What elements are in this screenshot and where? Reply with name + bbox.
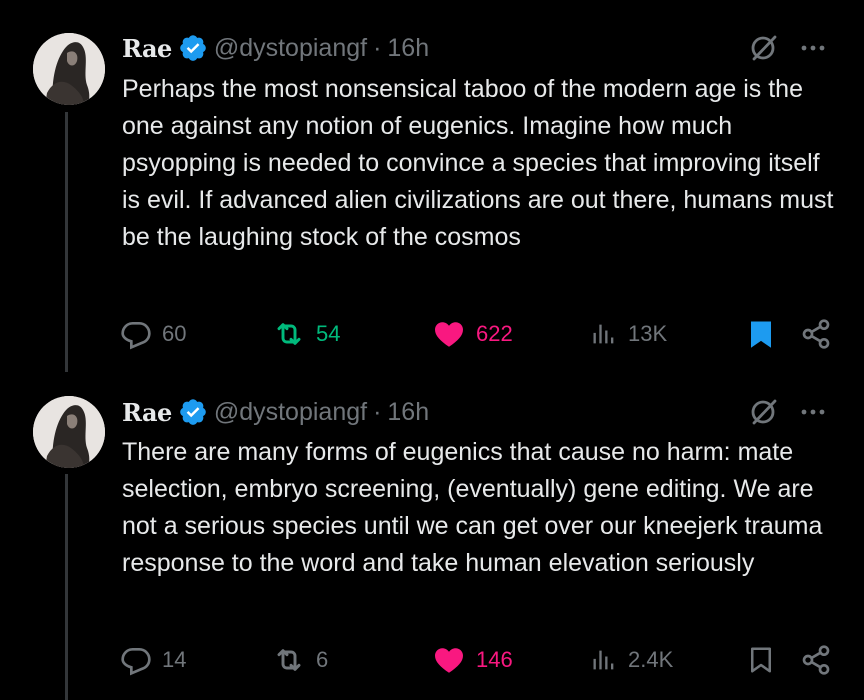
display-name[interactable]: Rae	[122, 34, 172, 63]
reply-icon	[121, 322, 151, 350]
more-icon[interactable]	[800, 33, 826, 63]
reply-button[interactable]: 60	[120, 316, 186, 352]
top-icons	[748, 396, 826, 428]
verified-badge-icon	[180, 399, 206, 425]
views-icon	[593, 650, 614, 670]
avatar[interactable]	[33, 396, 105, 468]
retweet-icon	[277, 323, 301, 345]
reply-icon	[121, 648, 151, 676]
retweet-button[interactable]: 6	[272, 642, 328, 678]
like-count: 146	[476, 647, 513, 672]
tweet-text: There are many forms of eugenics that ca…	[122, 438, 823, 577]
thread-line	[65, 474, 68, 700]
bookmark-icon	[751, 647, 771, 673]
share-icon	[802, 319, 830, 349]
grok-icon[interactable]	[748, 33, 778, 63]
more-icon[interactable]	[800, 397, 826, 427]
share-button[interactable]	[800, 316, 832, 352]
views-button[interactable]: 2.4K	[590, 642, 673, 678]
separator: ·	[373, 33, 382, 62]
tweet-header: Rae @dystopiangf · 16h	[122, 396, 429, 428]
like-count: 622	[476, 321, 513, 346]
view-count: 13K	[628, 321, 668, 346]
reply-button[interactable]: 14	[120, 642, 186, 678]
tweet-2[interactable]: Rae @dystopiangf · 16h There are many fo…	[0, 372, 864, 700]
tweet-header: Rae @dystopiangf · 16h	[122, 32, 429, 64]
action-bar: 14 6 146 2.4K	[120, 642, 840, 678]
views-icon	[593, 324, 614, 344]
handle[interactable]: @dystopiangf	[214, 398, 367, 427]
retweet-icon	[277, 649, 301, 671]
share-icon	[802, 645, 830, 675]
bookmark-button[interactable]	[746, 316, 776, 352]
bookmark-button[interactable]	[746, 642, 776, 678]
separator: ·	[373, 397, 382, 426]
thread-line	[65, 112, 68, 372]
timestamp[interactable]: 16h	[387, 34, 429, 63]
view-count: 2.4K	[628, 647, 674, 672]
share-button[interactable]	[800, 642, 832, 678]
avatar-image	[33, 396, 105, 468]
reply-count: 60	[162, 321, 187, 346]
like-icon	[435, 648, 463, 673]
views-button[interactable]: 13K	[590, 316, 667, 352]
retweet-count: 54	[316, 321, 341, 346]
avatar-image	[33, 33, 105, 105]
handle[interactable]: @dystopiangf	[214, 34, 367, 63]
avatar[interactable]	[33, 33, 105, 105]
retweet-count: 6	[316, 647, 329, 672]
action-bar: 60 54 622 13K	[120, 316, 840, 352]
verified-badge-icon	[180, 35, 206, 61]
display-name[interactable]: Rae	[122, 398, 172, 427]
like-icon	[435, 322, 463, 347]
bookmark-icon	[751, 321, 771, 348]
like-button[interactable]: 622	[432, 316, 513, 352]
grok-icon[interactable]	[748, 397, 778, 427]
reply-count: 14	[162, 647, 187, 672]
tweet-text: Perhaps the most nonsensical taboo of th…	[122, 75, 834, 251]
like-button[interactable]: 146	[432, 642, 513, 678]
tweet-1[interactable]: Rae @dystopiangf · 16h Perhaps the most …	[0, 0, 864, 372]
retweet-button[interactable]: 54	[272, 316, 340, 352]
top-icons	[748, 32, 826, 64]
timestamp[interactable]: 16h	[387, 398, 429, 427]
